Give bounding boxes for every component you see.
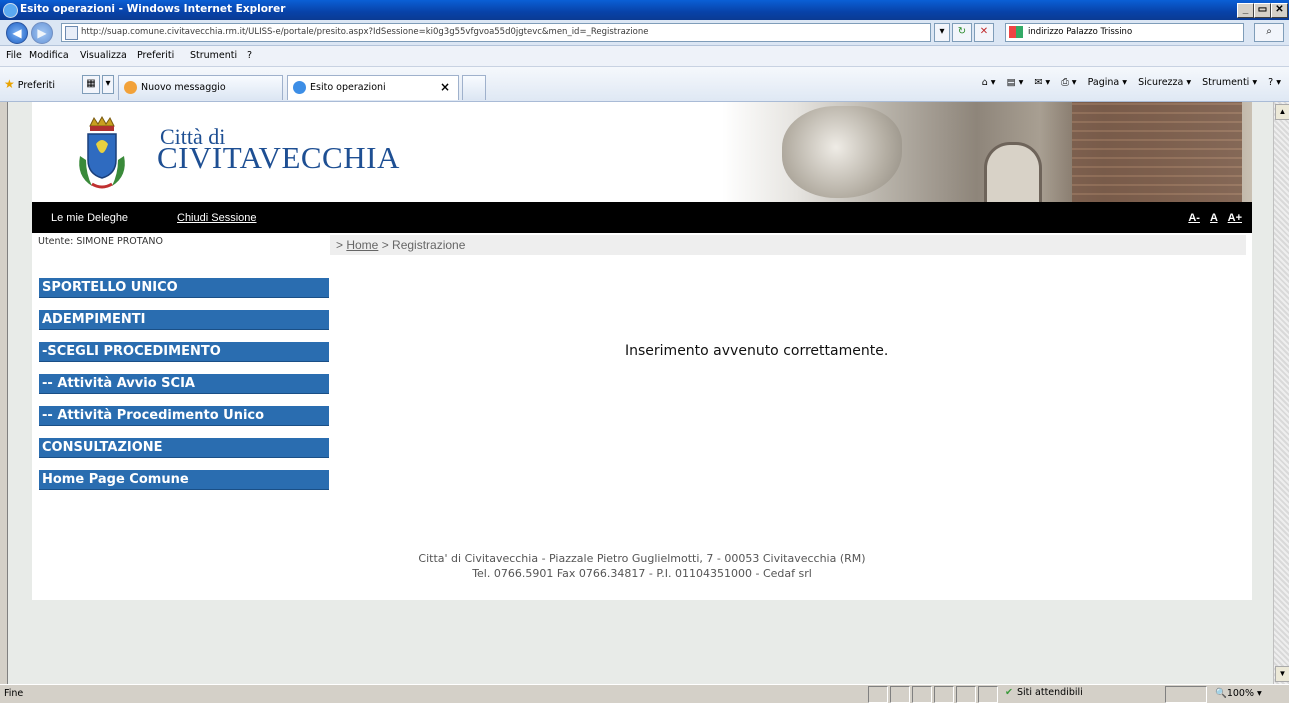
url-input[interactable]: http://suap.comune.civitavecchia.rm.it/U… — [61, 23, 931, 42]
font-large-button[interactable]: A+ — [1228, 212, 1242, 224]
status-cell — [978, 686, 998, 703]
scroll-down-icon[interactable]: ▼ — [1275, 666, 1289, 682]
url-dropdown-icon[interactable]: ▾ — [934, 23, 950, 42]
live-search-icon — [1009, 26, 1023, 38]
mail-icon — [124, 81, 137, 94]
status-bar: Fine ✔ Siti attendibili 🔍100% ▾ — [0, 684, 1289, 703]
menu-preferiti[interactable]: Preferiti — [137, 50, 174, 61]
maximize-button[interactable]: ▭ — [1254, 3, 1271, 18]
menu-home-page-comune[interactable]: Home Page Comune — [39, 470, 329, 490]
page-icon — [65, 26, 78, 40]
menu-consultazione[interactable]: CONSULTAZIONE — [39, 438, 329, 458]
menu-procedimento-unico[interactable]: -- Attività Procedimento Unico — [39, 406, 329, 426]
breadcrumb-current: > Registrazione — [378, 238, 466, 252]
security-zone[interactable]: ✔ Siti attendibili — [1005, 687, 1083, 698]
status-text: Fine — [4, 688, 24, 699]
fountain-mask-image — [782, 106, 902, 198]
font-small-button[interactable]: A- — [1188, 212, 1200, 224]
vertical-scrollbar[interactable]: ▲ ▼ — [1273, 102, 1289, 684]
menu-avvio-scia[interactable]: -- Attività Avvio SCIA — [39, 374, 329, 394]
search-input[interactable]: indirizzo Palazzo Trissino — [1005, 23, 1244, 42]
menu-bar: File Modifica Visualizza Preferiti Strum… — [0, 46, 1289, 67]
tab-esito-operazioni[interactable]: Esito operazioni × — [287, 75, 459, 100]
footer-address: Citta' di Civitavecchia - Piazzale Pietr… — [418, 552, 866, 565]
window-title-bar: Esito operazioni - Windows Internet Expl… — [0, 0, 1289, 20]
footer: Citta' di Civitavecchia - Piazzale Pietr… — [32, 551, 1252, 581]
tools-menu[interactable]: Strumenti ▾ — [1202, 77, 1257, 88]
menu-help[interactable]: ? — [247, 50, 252, 61]
status-cell — [912, 686, 932, 703]
status-cell — [934, 686, 954, 703]
page-menu[interactable]: Pagina ▾ — [1088, 77, 1127, 88]
menu-scegli-procedimento[interactable]: -SCEGLI PROCEDIMENTO — [39, 342, 329, 362]
arch-image — [984, 142, 1042, 202]
new-tab-button[interactable] — [462, 75, 486, 100]
menu-modifica[interactable]: Modifica — [29, 50, 69, 61]
favorites-button[interactable]: ★ Preferiti — [4, 77, 55, 91]
menu-visualizza[interactable]: Visualizza — [80, 50, 127, 61]
tab-list-icon[interactable]: ▾ — [102, 75, 114, 94]
address-toolbar: ◀ ▶ http://suap.comune.civitavecchia.rm.… — [0, 20, 1289, 46]
search-text: indirizzo Palazzo Trissino — [1028, 27, 1133, 37]
read-mail-button[interactable]: ✉ ▾ — [1034, 77, 1050, 88]
brick-wall-image — [1072, 102, 1242, 202]
check-icon: ✔ — [1005, 687, 1013, 698]
user-label: Utente: SIMONE PROTANO — [38, 236, 163, 247]
print-button[interactable]: ⎙ ▾ — [1061, 77, 1076, 88]
protected-mode-cell[interactable] — [1165, 686, 1207, 703]
tab-label: Esito operazioni — [310, 82, 386, 93]
help-menu[interactable]: ? ▾ — [1268, 77, 1281, 88]
tab-label: Nuovo messaggio — [141, 82, 226, 93]
security-menu[interactable]: Sicurezza ▾ — [1138, 77, 1191, 88]
header-photo — [722, 102, 1252, 202]
ie-icon — [3, 3, 18, 18]
menu-adempimenti[interactable]: ADEMPIMENTI — [39, 310, 329, 330]
menu-strumenti[interactable]: Strumenti — [190, 50, 237, 61]
status-cell — [868, 686, 888, 703]
feeds-button[interactable]: ▤ ▾ — [1007, 77, 1024, 88]
search-button[interactable]: ⌕ — [1254, 23, 1284, 42]
status-cell — [956, 686, 976, 703]
forward-button[interactable]: ▶ — [31, 22, 53, 44]
home-button[interactable]: ⌂ ▾ — [982, 77, 996, 88]
refresh-button[interactable]: ↻ — [952, 23, 972, 42]
breadcrumb-prefix: > — [336, 238, 347, 252]
star-icon: ★ — [4, 77, 15, 91]
tab-nuovo-messaggio[interactable]: Nuovo messaggio — [118, 75, 283, 100]
zoom-level[interactable]: 🔍100% ▾ — [1215, 688, 1262, 699]
header-banner: Città di CIVITAVECCHIA — [32, 102, 1252, 202]
success-message: Inserimento avvenuto correttamente. — [625, 343, 889, 359]
breadcrumb-home-link[interactable]: Home — [346, 238, 378, 252]
quick-tabs-icon[interactable]: ▦ — [82, 75, 100, 94]
status-cell — [890, 686, 910, 703]
breadcrumb: > Home > Registrazione — [330, 235, 1246, 255]
command-bar: ⌂ ▾ ▤ ▾ ✉ ▾ ⎙ ▾ Pagina ▾ Sicurezza ▾ Str… — [974, 77, 1281, 88]
close-tab-icon[interactable]: × — [440, 80, 450, 94]
chiudi-sessione-link[interactable]: Chiudi Sessione — [177, 212, 257, 224]
window-title: Esito operazioni - Windows Internet Expl… — [20, 3, 286, 15]
content-viewport: Città di CIVITAVECCHIA Le mie Deleghe Ch… — [7, 102, 1273, 684]
close-window-button[interactable]: ✕ — [1271, 3, 1288, 18]
deleghe-link[interactable]: Le mie Deleghe — [51, 212, 128, 224]
page: Città di CIVITAVECCHIA Le mie Deleghe Ch… — [32, 102, 1252, 600]
scroll-up-icon[interactable]: ▲ — [1275, 104, 1289, 120]
minimize-button[interactable]: _ — [1237, 3, 1254, 18]
city-name: CIVITAVECCHIA — [157, 140, 400, 175]
menu-file[interactable]: File — [6, 50, 22, 61]
back-button[interactable]: ◀ — [6, 22, 28, 44]
favorites-bar: ★ Preferiti ▦ ▾ Nuovo messaggio Esito op… — [0, 67, 1289, 102]
footer-contacts: Tel. 0766.5901 Fax 0766.34817 - P.I. 011… — [472, 567, 812, 580]
stop-button[interactable]: ✕ — [974, 23, 994, 42]
ie-icon — [293, 81, 306, 94]
font-normal-button[interactable]: A — [1210, 212, 1218, 224]
url-text: http://suap.comune.civitavecchia.rm.it/U… — [81, 27, 649, 37]
top-nav-bar: Le mie Deleghe Chiudi Sessione A- A A+ — [32, 202, 1252, 233]
menu-sportello-unico[interactable]: SPORTELLO UNICO — [39, 278, 329, 298]
font-size-controls: A- A A+ — [1181, 212, 1242, 224]
city-crest-icon — [79, 116, 125, 189]
